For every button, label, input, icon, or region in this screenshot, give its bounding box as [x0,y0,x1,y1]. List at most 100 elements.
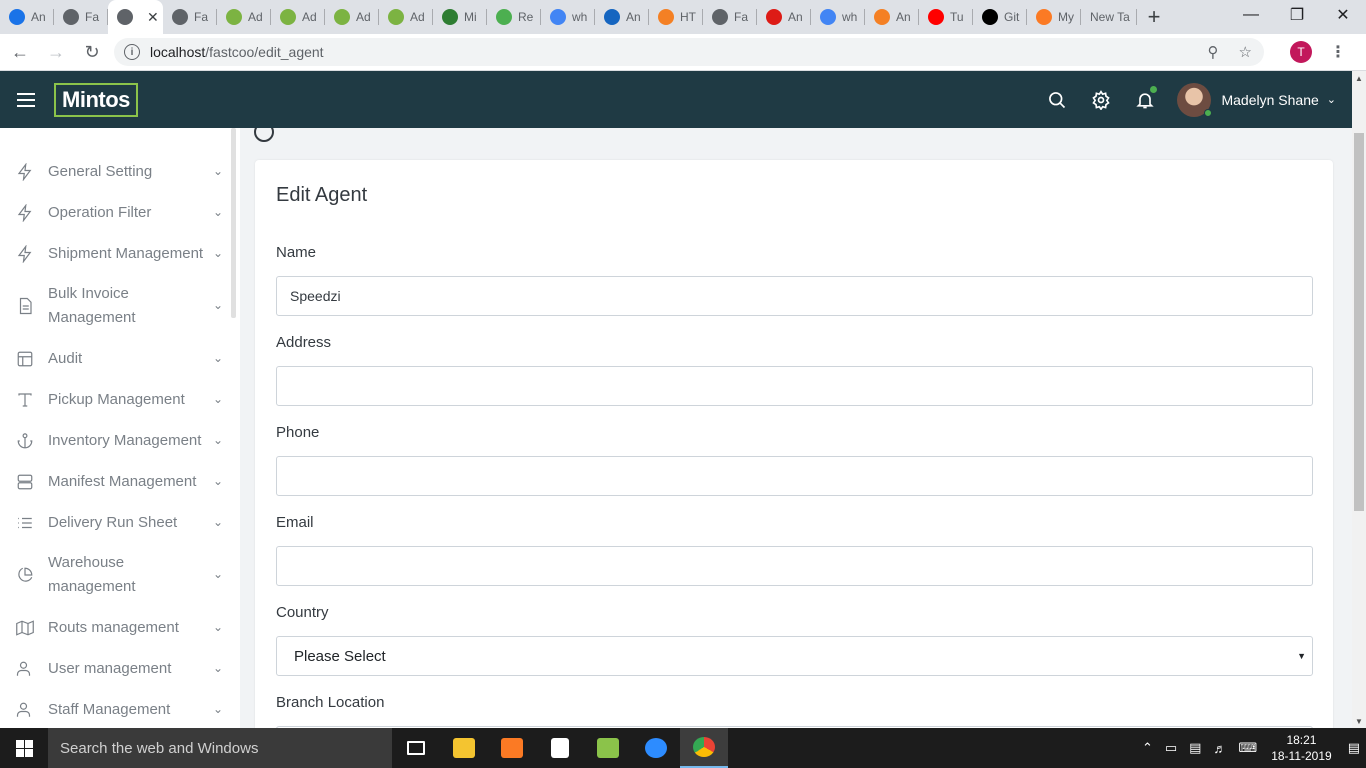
sidebar-item[interactable]: Bulk Invoice Management ⌄ [0,282,232,330]
scroll-down-arrow-icon[interactable]: ▼ [1355,717,1363,726]
sidebar-item-label: Shipment Management [48,245,204,262]
volume-icon[interactable]: ♬ [1213,741,1226,756]
editor-icon[interactable] [584,728,632,768]
browser-tab[interactable]: An [0,0,54,34]
sidebar-item-label: Inventory Management [48,432,202,449]
address-label: Address [276,334,332,351]
browser-tab[interactable]: Re [487,0,541,34]
main-content: Edit Agent Name Address Phone Email Coun… [240,128,1352,728]
sidebar-item[interactable]: Audit ⌄ [0,347,232,371]
browser-tab[interactable]: HT [649,0,703,34]
language-icon[interactable]: ⌨ [1238,740,1257,756]
back-icon[interactable]: ← [4,36,36,68]
browser-tab[interactable]: Mi [433,0,487,34]
clock-date: 18-11-2019 [1271,749,1332,763]
app-logo[interactable]: Mintos [54,82,138,117]
clock[interactable]: 18:21 18-11-2019 [1271,732,1332,764]
settings-gear-icon[interactable] [1079,89,1123,110]
browser-tab[interactable]: Fa [703,0,757,34]
sidebar-item-label: Bulk Invoice Management [48,285,136,326]
battery-icon[interactable]: ▭ [1165,740,1177,756]
search-icon[interactable] [1035,90,1079,110]
sidebar-item[interactable]: General Setting ⌄ [0,160,232,184]
key-icon[interactable]: ⚲ [1208,43,1219,61]
address-bar[interactable]: i localhost/fastcoo/edit_agent ⚲ ☆ [114,38,1264,66]
windows-start-icon[interactable] [0,728,48,768]
browser-tab[interactable]: An [595,0,649,34]
sidebar-item[interactable]: Routs management ⌄ [0,616,232,640]
tab-title: An [626,10,641,24]
zoom-icon[interactable] [632,728,680,768]
email-input[interactable] [276,546,1313,586]
country-select[interactable]: Please Select ▼ [276,636,1313,676]
scrollbar-thumb[interactable] [1354,133,1364,511]
profile-avatar[interactable]: T [1290,41,1312,63]
file-explorer-icon[interactable] [440,728,488,768]
browser-tab[interactable]: An [865,0,919,34]
sidebar-item[interactable]: User management ⌄ [0,657,232,681]
browser-tab[interactable]: Git [973,0,1027,34]
browser-tab[interactable]: My [1027,0,1081,34]
browser-menu-icon[interactable]: ⋮ [1330,42,1346,62]
chevron-down-icon: ⌄ [213,433,224,447]
page-header-partial [254,128,274,144]
browser-tab[interactable]: wh [541,0,595,34]
browser-tab[interactable]: Ad [217,0,271,34]
sidebar-item[interactable]: Warehouse management ⌄ [0,551,232,599]
browser-tab[interactable]: ✕ [108,0,163,34]
notifications-bell-icon[interactable] [1123,85,1167,110]
browser-tab-strip: An Fa ✕ Fa Ad Ad Ad Ad Mi Re wh An HT Fa An wh An Tu Git My… [0,0,1366,34]
browser-tab[interactable]: An [757,0,811,34]
minimize-icon[interactable]: — [1228,0,1274,30]
store-icon[interactable] [536,728,584,768]
sidebar-item-label: Manifest Management [48,473,197,490]
browser-tab[interactable]: Ad [379,0,433,34]
browser-tab[interactable]: Fa [163,0,217,34]
sidebar-item[interactable]: Manifest Management ⌄ [0,470,232,494]
browser-tab[interactable]: Tu [919,0,973,34]
tab-title: Ad [248,10,263,24]
list-icon [16,514,34,532]
browser-tab[interactable]: Ad [325,0,379,34]
sidebar-item[interactable]: Inventory Management ⌄ [0,429,232,453]
page-scrollbar[interactable]: ▲ ▼ [1352,71,1366,728]
app-header: Mintos Madelyn Shane ⌄ [0,71,1352,128]
reload-icon[interactable]: ↻ [76,36,108,68]
scroll-up-arrow-icon[interactable]: ▲ [1355,74,1363,83]
anchor-icon [16,432,34,450]
email-label: Email [276,514,314,531]
task-view-icon[interactable] [392,728,440,768]
user-name[interactable]: Madelyn Shane [1221,92,1318,108]
xampp-icon[interactable] [488,728,536,768]
hamburger-menu-icon[interactable] [17,92,35,107]
browser-tab[interactable]: Fa [54,0,108,34]
new-tab-icon[interactable]: + [1137,0,1171,34]
chrome-icon[interactable] [680,728,728,768]
sidebar-item[interactable]: Staff Management ⌄ [0,698,232,722]
network-icon[interactable]: ▤ [1189,740,1201,756]
restore-icon[interactable]: ❐ [1274,0,1320,30]
bookmark-star-icon[interactable]: ☆ [1239,43,1252,61]
chevron-down-icon: ⌄ [213,351,224,365]
browser-tab[interactable]: Ad [271,0,325,34]
taskbar-search[interactable]: Search the web and Windows [48,728,392,768]
name-input[interactable] [276,276,1313,316]
browser-tab[interactable]: wh [811,0,865,34]
address-input[interactable] [276,366,1313,406]
sidebar-item[interactable]: Pickup Management ⌄ [0,388,232,412]
browser-tab[interactable]: New Ta [1081,0,1137,34]
close-tab-icon[interactable]: ✕ [147,9,159,26]
action-center-icon[interactable]: ▤ [1348,740,1360,756]
sidebar-item[interactable]: Delivery Run Sheet ⌄ [0,511,232,535]
phone-input[interactable] [276,456,1313,496]
sidebar-item[interactable]: Operation Filter ⌄ [0,201,232,225]
close-window-icon[interactable]: ✕ [1320,0,1366,30]
site-info-icon[interactable]: i [124,44,140,60]
sidebar-item[interactable]: Shipment Management ⌄ [0,242,232,266]
chevron-down-icon[interactable]: ⌄ [1327,93,1336,106]
user-avatar[interactable] [1177,82,1213,117]
country-label: Country [276,604,329,621]
forward-icon[interactable]: → [40,36,72,68]
chevron-up-icon[interactable]: ⌃ [1142,740,1153,756]
xampp-icon [1036,9,1052,25]
